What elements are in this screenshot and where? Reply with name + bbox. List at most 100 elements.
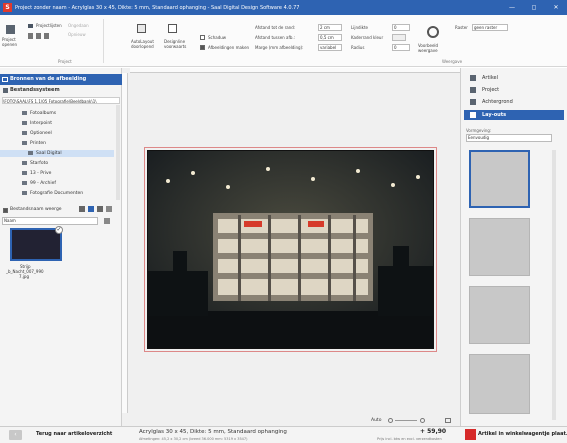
title-bar: S Project zonder naam - Acrylglas 30 x 4…	[0, 0, 567, 15]
sort-direction-icon[interactable]	[104, 218, 110, 224]
undo-button[interactable]: Ongedaan	[68, 23, 89, 28]
tree-item-label: Printen	[30, 141, 46, 146]
line-width-input[interactable]: 0	[392, 24, 410, 31]
path-field[interactable]: \FOTO\SAAL\FS 1.1\05 Fotografie\Beeldban…	[2, 97, 120, 104]
helper-line-checkbox[interactable]	[200, 35, 205, 40]
sort-select[interactable]: Naam	[2, 217, 98, 225]
back-to-overview-button[interactable]: Terug naar artikeloverzicht	[0, 426, 122, 443]
filesystem-label[interactable]: Bestandssysteem	[10, 87, 60, 93]
tree-item-label: 13 - Prive	[30, 171, 52, 176]
save-icon[interactable]	[6, 25, 15, 34]
layout-option-1[interactable]	[469, 150, 530, 208]
new-icon[interactable]	[28, 33, 33, 39]
show-filenames-label: Bestandsnaam weerge	[10, 207, 62, 212]
menu-item-label: Lay-outs	[482, 112, 507, 118]
canvas-selection-border	[144, 147, 437, 352]
tree-item[interactable]: Fotoalbums	[0, 110, 114, 117]
close-button[interactable]: ✕	[545, 4, 567, 11]
design-line-button[interactable]: Designline voorwaarts	[164, 39, 192, 49]
product-info: Acrylglas 30 x 45, Dikte: 5 mm, Standaar…	[139, 429, 287, 435]
tree-item[interactable]: Starfoto	[0, 160, 114, 167]
menu-item-lay-outs[interactable]: Lay-outs	[464, 110, 564, 120]
fit-icon[interactable]	[445, 418, 451, 423]
dist-photos-label: Afstand tussen afb.:	[255, 35, 296, 40]
maximize-button[interactable]: ◻	[523, 4, 545, 11]
preview-icon[interactable]	[427, 26, 439, 38]
image-sources-header[interactable]: Bronnen van de afbeelding	[0, 74, 122, 85]
app-logo: S	[3, 3, 12, 12]
radius-input[interactable]: 0	[392, 44, 410, 51]
add-to-cart-button[interactable]: Artikel in winkelwagentje plaat.	[465, 426, 567, 443]
tree-item[interactable]: 99 - Archief	[0, 180, 114, 187]
helper-line-label: Schaduw	[208, 35, 227, 40]
tree-item[interactable]: Fotografie Documenten	[0, 190, 114, 197]
list-view-icon[interactable]	[106, 206, 112, 212]
layout-option-4[interactable]	[469, 354, 530, 414]
dist-photos-input[interactable]: 0,5 cm	[318, 34, 342, 41]
medium-grid-icon[interactable]	[97, 206, 103, 212]
tree-item[interactable]: Printen	[0, 140, 114, 147]
project-list-button[interactable]: Projectlijsten	[36, 23, 62, 28]
folder-tree: Fotoalbums Interpoint Optioneel Printen Saal…	[0, 110, 116, 200]
tree-item-label: Starfoto	[30, 161, 49, 166]
tree-item-label: Interpoint	[30, 121, 53, 126]
folder-icon	[28, 150, 33, 155]
color-picker-icon[interactable]	[392, 34, 406, 41]
radius-label: Radius	[351, 45, 365, 50]
preview-button[interactable]: Voorbeeld weergave	[418, 43, 444, 53]
product-details: Afmetingen: 45,2 x 30,2 cm (breed 36.000…	[139, 437, 248, 441]
price-note: Prijs incl. btw en excl. verzendkosten	[377, 437, 442, 441]
tools-icon	[470, 75, 476, 81]
tree-scrollbar[interactable]	[116, 105, 120, 200]
zoom-slider[interactable]	[395, 420, 417, 421]
filesystem-icon	[3, 88, 8, 93]
tree-item[interactable]: Optioneel	[0, 130, 114, 137]
auto-layout-button[interactable]: AutoLayout doorlopend	[131, 39, 159, 49]
menu-item-achtergrond[interactable]: Achtergrond	[464, 97, 564, 107]
clip-photos-checkbox[interactable]	[200, 45, 205, 50]
grid-select[interactable]: geen raster	[472, 24, 508, 31]
menu-item-artikel[interactable]: Artikel	[464, 73, 564, 83]
dist-edge-input[interactable]: 2 cm	[318, 24, 342, 31]
auto-layout-icon[interactable]	[137, 24, 146, 33]
background-icon	[470, 99, 476, 105]
layout-option-3[interactable]	[469, 286, 530, 344]
large-grid-icon[interactable]	[88, 206, 94, 212]
zoom-out-icon[interactable]	[388, 418, 393, 423]
ribbon-group-view: Weergave	[442, 59, 463, 64]
image-sources-icon	[2, 77, 8, 82]
folder-icon	[22, 170, 27, 175]
folder-icon	[22, 190, 27, 195]
line-width-label: Lijndikte	[351, 25, 368, 30]
window-title: Project zonder naam - Acrylglas 30 x 45,…	[15, 4, 300, 11]
ribbon-toolbar: Project openen Projectlijsten Ongedaan O…	[0, 15, 567, 67]
design-line-icon[interactable]	[168, 24, 177, 33]
layout-type-select[interactable]: Eenvoudig	[466, 134, 552, 142]
menu-item-project[interactable]: Project	[464, 85, 564, 95]
minimize-button[interactable]: —	[501, 4, 523, 11]
layout-option-2[interactable]	[469, 218, 530, 276]
zoom-in-icon[interactable]	[420, 418, 425, 423]
copy-icon[interactable]	[44, 33, 49, 39]
folder-icon	[22, 140, 27, 145]
layouts-icon	[470, 112, 476, 118]
frame-color-label: Kaderrand kleur	[351, 35, 384, 40]
open-icon[interactable]	[36, 33, 41, 39]
menu-item-label: Project	[482, 87, 500, 93]
tree-item-label: Fotoalbums	[30, 111, 57, 116]
tree-item[interactable]: Interpoint	[0, 120, 114, 127]
grid-label: Raster	[455, 25, 468, 30]
redo-button[interactable]: Opnieuw	[68, 32, 86, 37]
tree-item[interactable]: 13 - Prive	[0, 170, 114, 177]
ribbon-separator	[103, 19, 104, 63]
margin-label: Marge (mm afbeelding):	[255, 45, 304, 50]
layouts-scrollbar[interactable]	[552, 150, 556, 420]
photo-thumbnail[interactable]	[10, 228, 62, 261]
grid-view-icon[interactable]	[79, 206, 85, 212]
menu-item-label: Artikel	[482, 75, 499, 81]
show-filenames-checkbox[interactable]	[3, 208, 8, 213]
vertical-ruler	[122, 73, 128, 413]
tree-item[interactable]: Saal Digital	[0, 150, 114, 157]
project-open-button[interactable]: Project openen	[2, 37, 24, 47]
margin-select[interactable]: variabel	[318, 44, 342, 51]
